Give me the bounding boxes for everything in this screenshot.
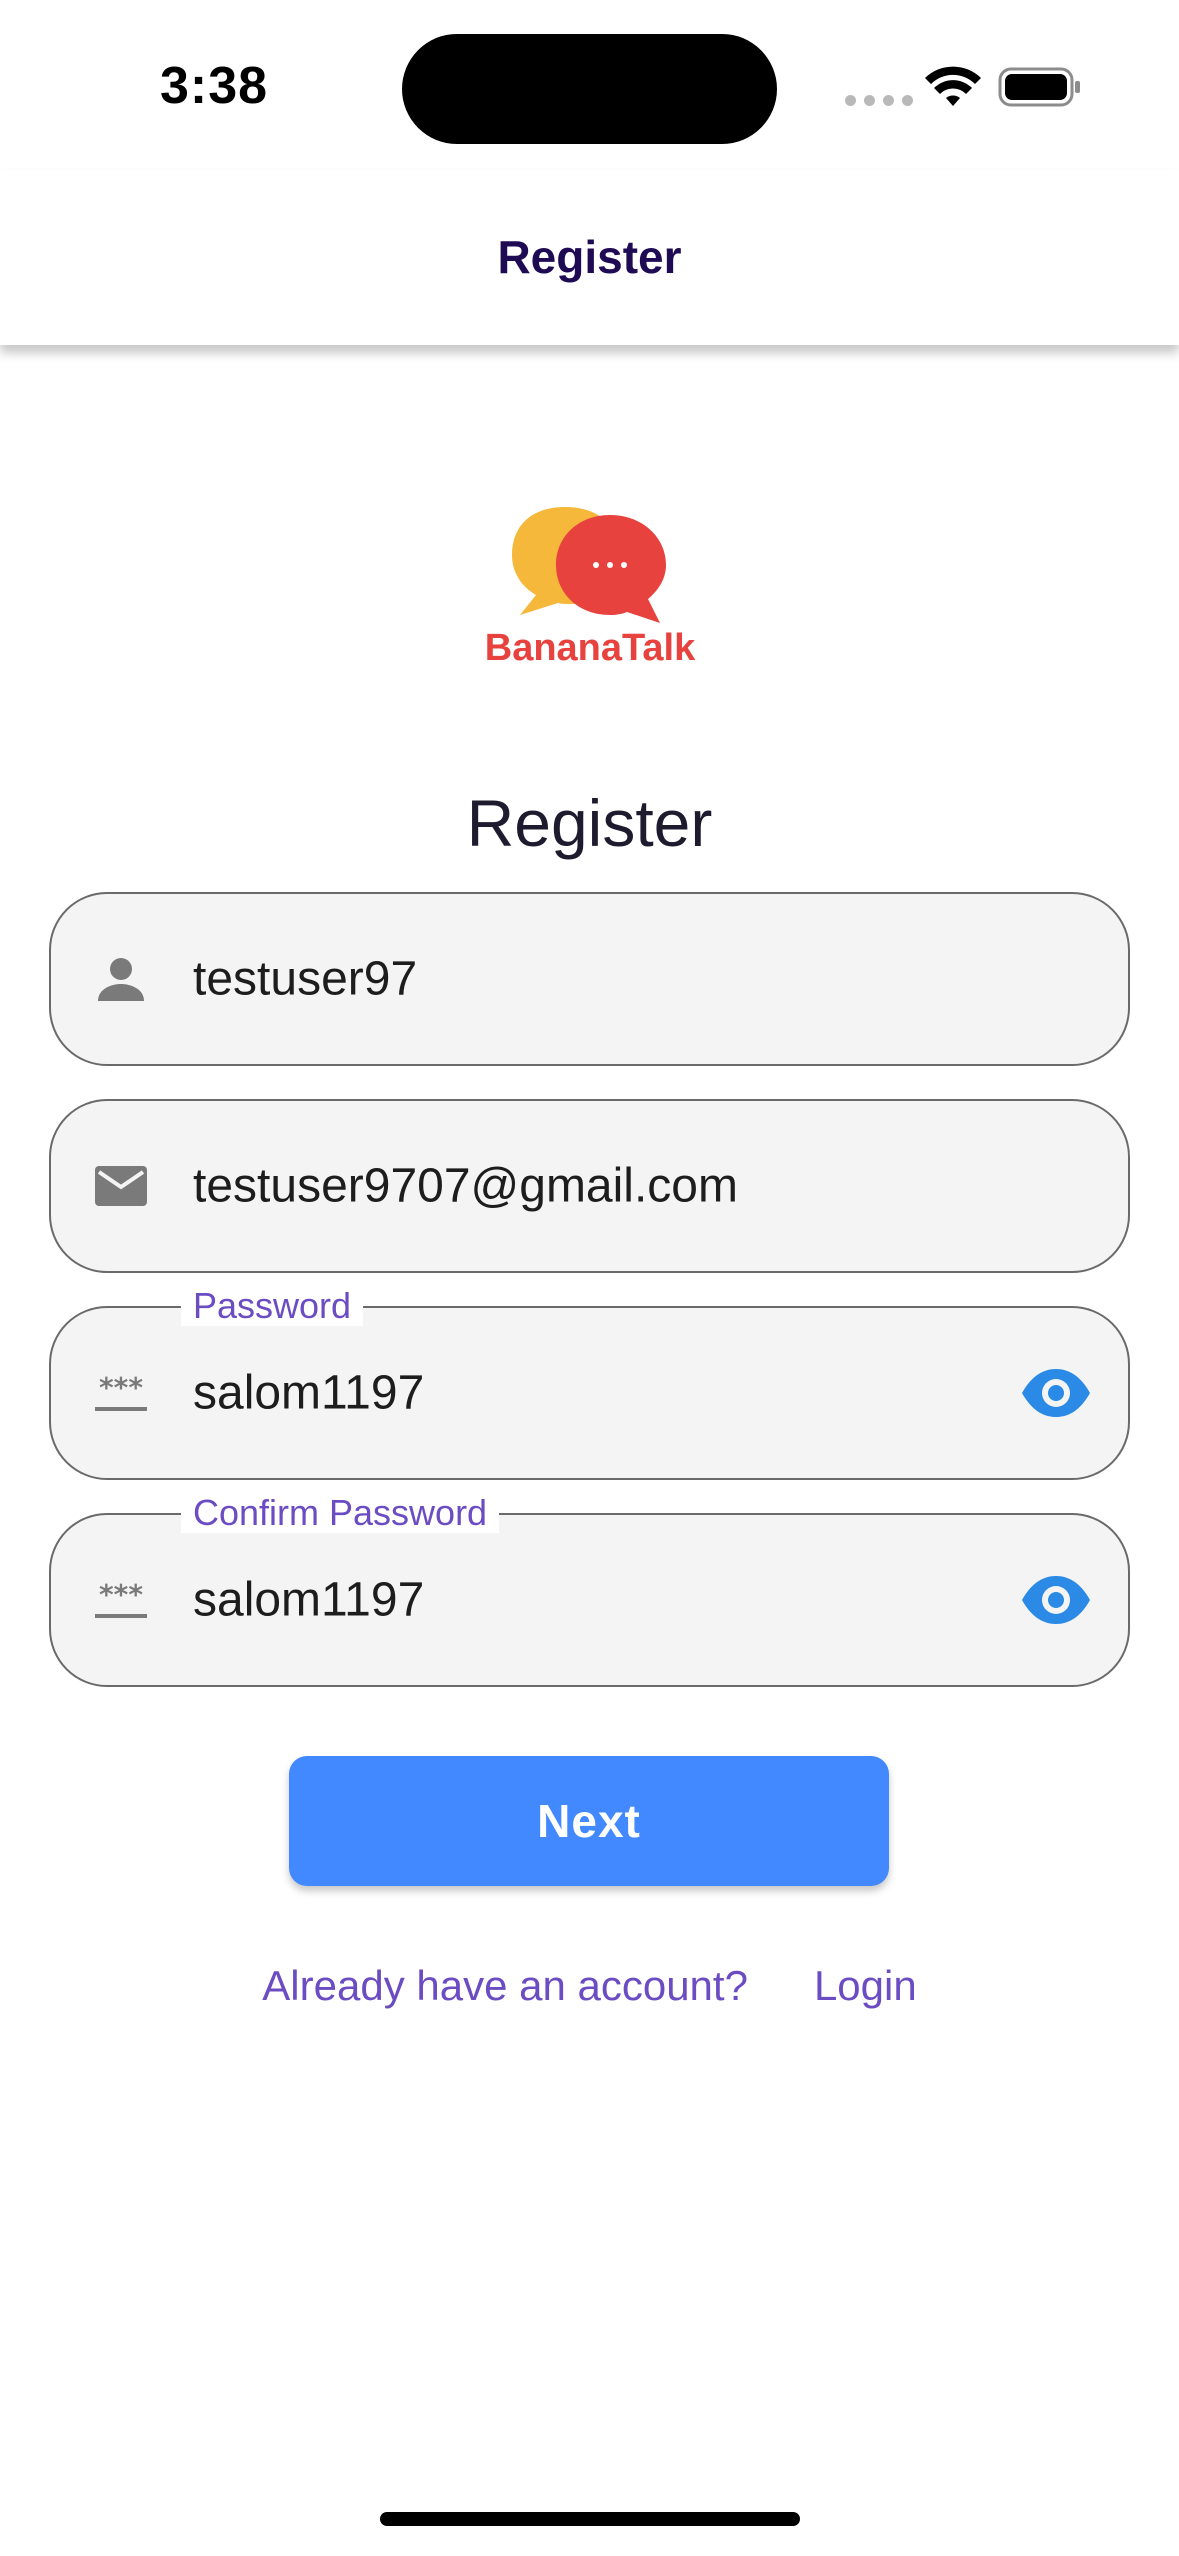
confirm-password-field[interactable]: Confirm Password *** <box>49 1493 1130 1687</box>
eye-icon[interactable] <box>1020 1367 1092 1419</box>
password-label: Password <box>181 1286 364 1326</box>
confirm-password-input[interactable] <box>193 1572 1013 1628</box>
register-screen: 3:38 Register BananaTalk Register testus… <box>0 0 1179 2556</box>
username-field[interactable] <box>49 892 1130 1066</box>
eye-icon[interactable] <box>1020 1574 1092 1626</box>
battery-icon <box>998 67 1080 107</box>
next-button[interactable]: Next <box>289 1756 889 1886</box>
confirm-password-label: Confirm Password <box>181 1493 500 1533</box>
email-field[interactable] <box>49 1099 1130 1273</box>
form-heading: Register <box>466 786 713 860</box>
password-icon: *** <box>95 1578 147 1618</box>
app-bar: Register <box>0 170 1179 345</box>
app-bar-title: Register <box>497 231 682 283</box>
person-icon <box>98 958 144 1001</box>
account-prompt-text: Already have an account? <box>262 1962 748 2009</box>
email-input[interactable] <box>193 1158 1013 1214</box>
password-field[interactable]: Password *** <box>49 1286 1130 1480</box>
username-input[interactable] <box>193 951 1013 1007</box>
password-input[interactable] <box>193 1365 1013 1421</box>
wifi-icon <box>925 66 981 106</box>
login-prompt-row: Already have an account? Login <box>0 1962 1179 2010</box>
status-bar: 3:38 <box>0 0 1179 170</box>
svg-text:***: *** <box>99 1578 143 1611</box>
login-link[interactable]: Login <box>814 1962 917 2009</box>
status-time: 3:38 <box>160 57 269 115</box>
mail-icon <box>95 1166 147 1206</box>
dynamic-island <box>402 34 777 144</box>
cellular-signal-icon <box>845 95 913 106</box>
password-icon: *** <box>95 1371 147 1411</box>
svg-text:***: *** <box>99 1371 143 1404</box>
chat-bubbles-icon <box>512 507 666 623</box>
bananatalk-logo: BananaTalk <box>470 505 710 675</box>
home-indicator[interactable] <box>380 2512 800 2526</box>
logo-text: BananaTalk <box>484 627 696 669</box>
